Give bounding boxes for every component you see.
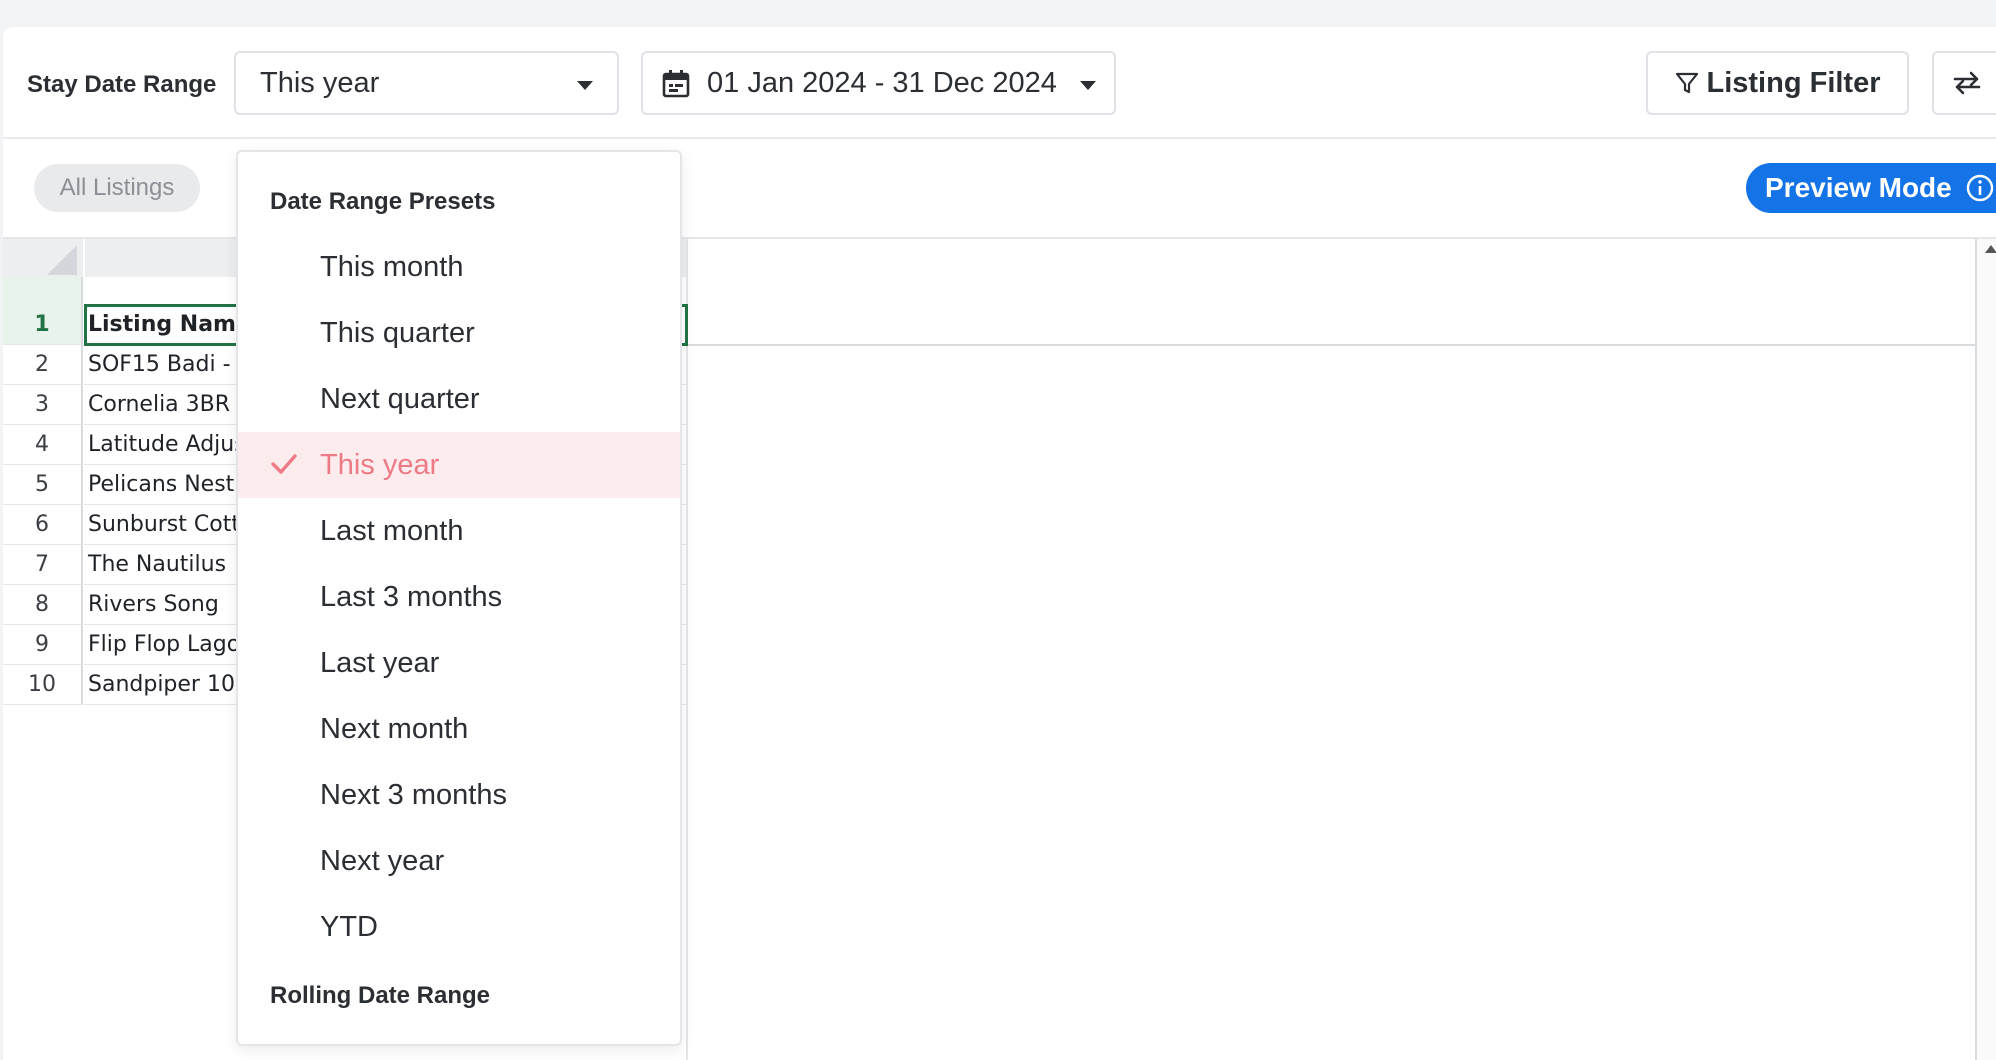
- preset-option-next-month[interactable]: Next month: [238, 696, 680, 762]
- row-number[interactable]: 2: [3, 345, 83, 385]
- swap-button[interactable]: [1932, 51, 1996, 115]
- preset-option-ytd[interactable]: YTD: [238, 894, 680, 960]
- date-range-value: 01 Jan 2024 - 31 Dec 2024: [707, 66, 1057, 99]
- row-divider: [688, 344, 1978, 346]
- row-number[interactable]: 4: [3, 425, 83, 465]
- preset-option-this-year[interactable]: This year: [238, 432, 680, 498]
- preset-option-this-quarter[interactable]: This quarter: [238, 300, 680, 366]
- scroll-up-arrow-icon[interactable]: [1985, 245, 1996, 253]
- report-card: Stay Date Range This year 01 Jan 2024 - …: [3, 27, 1996, 1060]
- date-range-preset-value: This year: [260, 66, 380, 99]
- date-range-preset-select[interactable]: This year: [234, 51, 619, 115]
- row-number[interactable]: 6: [3, 505, 83, 545]
- preset-option-last-3-months[interactable]: Last 3 months: [238, 564, 680, 630]
- row-number[interactable]: 7: [3, 545, 83, 585]
- preview-mode-button[interactable]: Preview Mode: [1746, 163, 1996, 213]
- listing-filter-button[interactable]: Listing Filter: [1646, 51, 1909, 115]
- check-icon: [271, 454, 297, 474]
- chevron-down-icon: [577, 81, 593, 90]
- filter-icon: [1675, 72, 1698, 94]
- row-number[interactable]: 1: [3, 277, 83, 345]
- chevron-down-icon: [1080, 81, 1096, 90]
- preset-option-this-month[interactable]: This month: [238, 234, 680, 300]
- preset-option-label: This year: [320, 448, 440, 481]
- listing-filter-label: Listing Filter: [1706, 66, 1881, 99]
- date-range-presets-title: Date Range Presets: [270, 188, 496, 215]
- info-icon: [1966, 174, 1993, 202]
- preset-option-next-year[interactable]: Next year: [238, 828, 680, 894]
- toolbar: Stay Date Range This year 01 Jan 2024 - …: [3, 27, 1996, 139]
- row-number[interactable]: 10: [3, 665, 83, 705]
- row-number[interactable]: 3: [3, 385, 83, 425]
- preset-option-last-month[interactable]: Last month: [238, 498, 680, 564]
- select-all-triangle-icon: [47, 245, 77, 275]
- date-range-picker[interactable]: 01 Jan 2024 - 31 Dec 2024: [641, 51, 1116, 115]
- preset-option-last-year[interactable]: Last year: [238, 630, 680, 696]
- preset-option-next-quarter[interactable]: Next quarter: [238, 366, 680, 432]
- vertical-scrollbar[interactable]: [1975, 239, 1996, 1060]
- date-range-dropdown-menu: Date Range Presets This month This quart…: [236, 150, 682, 1046]
- swap-arrows-icon: [1953, 71, 1981, 95]
- stay-date-range-label: Stay Date Range: [27, 71, 217, 98]
- all-listings-chip[interactable]: All Listings: [34, 164, 200, 212]
- preset-option-next-3-months[interactable]: Next 3 months: [238, 762, 680, 828]
- row-number[interactable]: 5: [3, 465, 83, 505]
- row-number[interactable]: 9: [3, 625, 83, 665]
- row-number[interactable]: 8: [3, 585, 83, 625]
- rolling-date-range-title: Rolling Date Range: [270, 982, 491, 1009]
- calendar-icon: [662, 70, 690, 98]
- preview-mode-label: Preview Mode: [1765, 172, 1952, 203]
